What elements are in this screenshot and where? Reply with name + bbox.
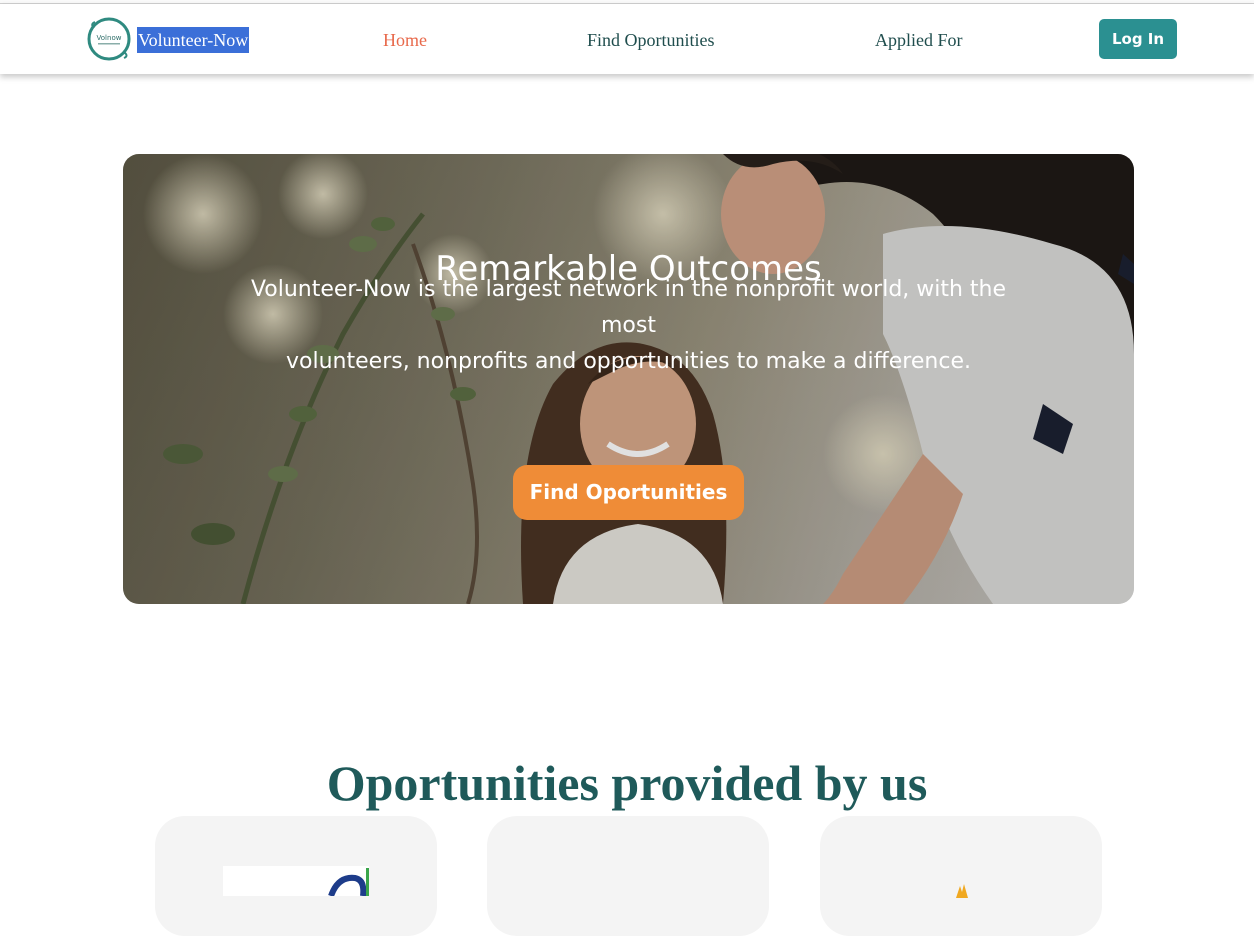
logo-text: Volnow <box>97 34 122 42</box>
opportunity-card[interactable] <box>487 816 769 936</box>
nav-applied-for-link[interactable]: Applied For <box>875 29 963 51</box>
find-opportunities-button[interactable]: Find Oportunities <box>513 465 744 520</box>
brand-name[interactable]: Volunteer-Now <box>137 27 250 53</box>
brand-logo[interactable]: Volnow <box>86 16 132 62</box>
hero-subtitle-line-1: Volunteer-Now is the largest network in … <box>250 277 1007 338</box>
partner-logo-icon <box>328 868 369 898</box>
card-logo-image <box>223 866 369 898</box>
nav-find-opportunities-link[interactable]: Find Oportunities <box>587 29 715 51</box>
opportunity-card[interactable] <box>155 816 437 936</box>
hero-banner: Remarkable Outcomes Volunteer-Now is the… <box>123 154 1134 604</box>
login-button[interactable]: Log In <box>1099 19 1177 59</box>
opportunity-card[interactable] <box>820 816 1102 936</box>
opportunities-section-title: Oportunities provided by us <box>326 754 928 811</box>
circle-logo-icon: Volnow <box>87 17 131 61</box>
hero-subtitle: Volunteer-Now is the largest network in … <box>223 272 1034 380</box>
hero-subtitle-line-2: volunteers, nonprofits and opportunities… <box>286 349 971 374</box>
nav-home-link[interactable]: Home <box>383 29 427 51</box>
sun-logo-icon <box>956 884 968 898</box>
navbar: Volnow Volunteer-Now Home Find Oportunit… <box>0 4 1254 74</box>
